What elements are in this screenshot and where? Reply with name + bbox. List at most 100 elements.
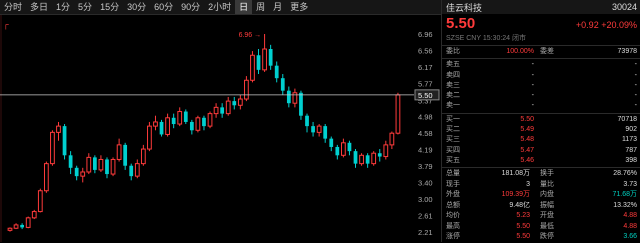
candle-body[interactable]: [7, 227, 13, 231]
candle-body[interactable]: [329, 138, 334, 147]
candle-body[interactable]: [371, 152, 377, 165]
order-book-row: 买三 5.48 1173: [446, 136, 637, 144]
candle-body[interactable]: [37, 190, 43, 213]
candle-body[interactable]: [116, 144, 122, 160]
candle-body[interactable]: [316, 125, 322, 133]
candle-body[interactable]: [347, 142, 352, 152]
candle-body[interactable]: [98, 158, 104, 171]
candle-body[interactable]: [220, 107, 225, 114]
candle-body[interactable]: [153, 121, 158, 127]
candle-body[interactable]: [165, 117, 170, 135]
period-tab[interactable]: 1分: [52, 0, 74, 14]
stock-code: 30024: [611, 2, 637, 12]
candle-body[interactable]: [50, 131, 55, 165]
candle-body[interactable]: [395, 94, 401, 134]
quote-panel: 佳云科技 30024 5.50 +0.92 +20.09% SZSE CNY 1…: [441, 0, 640, 242]
candle-body[interactable]: [383, 144, 389, 158]
candle-body[interactable]: [280, 78, 285, 91]
candle-body[interactable]: [262, 48, 267, 71]
period-tab[interactable]: 60分: [150, 0, 177, 14]
candle-body[interactable]: [74, 167, 79, 177]
candle-body[interactable]: [13, 224, 19, 229]
bid-book: 买一 5.50 70718 买二 5.49 902 买三 5.48 1173 买四 5.47 787 买…: [442, 115, 640, 166]
candle-body[interactable]: [292, 92, 298, 104]
kline-chart[interactable]: ┌6.966.566.175.775.374.984.584.193.793.4…: [0, 15, 440, 242]
order-book-row: 卖一 - -: [446, 102, 637, 110]
price-axis-label: 5.77: [418, 80, 433, 89]
candle-body[interactable]: [147, 125, 152, 150]
candle-body[interactable]: [311, 126, 315, 133]
candle-body[interactable]: [377, 153, 382, 157]
candle-body[interactable]: [335, 146, 340, 156]
period-tab[interactable]: 分时: [0, 0, 26, 14]
current-price-label: 5.50: [418, 91, 433, 100]
stat-row: 涨停 5.50 跌停 3.66: [446, 233, 637, 241]
candle-body[interactable]: [92, 157, 97, 170]
candle-body[interactable]: [365, 155, 370, 164]
period-tab[interactable]: 更多: [286, 0, 312, 14]
crosshair-corner-icon: ┌: [3, 20, 9, 30]
ask-book: 卖五 - - 卖四 - - 卖三 - - 卖二 - - 卖一 - -: [442, 60, 640, 111]
stat-row: 外盘 109.39万 内盘 71.68万: [446, 191, 637, 199]
period-tab[interactable]: 2小时: [204, 0, 235, 14]
last-price: 5.50: [446, 15, 476, 32]
candle-body[interactable]: [268, 49, 273, 66]
candle-body[interactable]: [244, 79, 249, 100]
price-axis-label: 3.40: [418, 178, 433, 187]
candle-body[interactable]: [202, 117, 206, 127]
market-meta: SZSE CNY 15:30:24 闭市: [446, 35, 527, 42]
candle-body[interactable]: [299, 92, 303, 116]
price-axis-label: 2.61: [418, 211, 433, 220]
candle-body[interactable]: [353, 151, 358, 164]
candle-body[interactable]: [389, 132, 395, 146]
candle-body[interactable]: [105, 159, 109, 175]
candle-body[interactable]: [171, 117, 176, 125]
candle-body[interactable]: [305, 115, 309, 127]
price-change: +0.92 +20.09%: [575, 20, 637, 30]
candle-body[interactable]: [225, 100, 231, 115]
candle-body[interactable]: [31, 211, 37, 219]
candle-body[interactable]: [110, 158, 116, 175]
candle-body[interactable]: [207, 113, 213, 127]
candle-body[interactable]: [80, 171, 86, 177]
candle-body[interactable]: [323, 126, 328, 139]
candle-body[interactable]: [195, 117, 201, 131]
candle-body[interactable]: [123, 144, 128, 166]
period-tabs: 分时 多日 1分 5分 15分 30分 60分 90分 2小时日周月更多: [0, 0, 312, 14]
candle-body[interactable]: [140, 148, 146, 165]
candle-body[interactable]: [237, 98, 243, 106]
period-tab[interactable]: 周: [252, 0, 269, 14]
period-tab[interactable]: 15分: [96, 0, 123, 14]
candle-body[interactable]: [232, 101, 237, 106]
candle-body[interactable]: [134, 163, 140, 177]
order-book-row: 卖四 - -: [446, 71, 637, 79]
period-tab[interactable]: 月: [269, 0, 286, 14]
candle-body[interactable]: [250, 54, 255, 81]
candle-body[interactable]: [341, 142, 346, 156]
candle-body[interactable]: [43, 163, 49, 192]
candle-body[interactable]: [213, 106, 219, 115]
period-tab[interactable]: 30分: [123, 0, 150, 14]
candle-body[interactable]: [177, 111, 183, 125]
candle-body[interactable]: [159, 121, 164, 135]
price-axis-label: 3.00: [418, 195, 433, 204]
period-tab[interactable]: 多日: [26, 0, 52, 14]
price-row: 5.50 +0.92 +20.09%: [442, 14, 640, 34]
candle-body[interactable]: [129, 165, 134, 177]
candle-body[interactable]: [189, 121, 194, 131]
candle-body[interactable]: [286, 90, 291, 104]
candle-body[interactable]: [20, 224, 25, 228]
period-tab[interactable]: 90分: [177, 0, 204, 14]
candle-body[interactable]: [274, 65, 279, 79]
candle-body[interactable]: [62, 126, 67, 156]
candle-body[interactable]: [256, 55, 261, 70]
candle-body[interactable]: [68, 155, 73, 168]
candle-body[interactable]: [183, 111, 188, 122]
stats-table: 总量 181.08万 换手 28.76% 现手 3 量比 3.73 外盘 109.39万 内盘 71.…: [442, 169, 640, 243]
candle-body[interactable]: [56, 125, 61, 133]
candle-body[interactable]: [86, 156, 92, 173]
period-tab[interactable]: 5分: [74, 0, 96, 14]
candle-body[interactable]: [359, 154, 364, 165]
period-tab[interactable]: 日: [235, 0, 253, 14]
candle-body[interactable]: [25, 217, 31, 228]
